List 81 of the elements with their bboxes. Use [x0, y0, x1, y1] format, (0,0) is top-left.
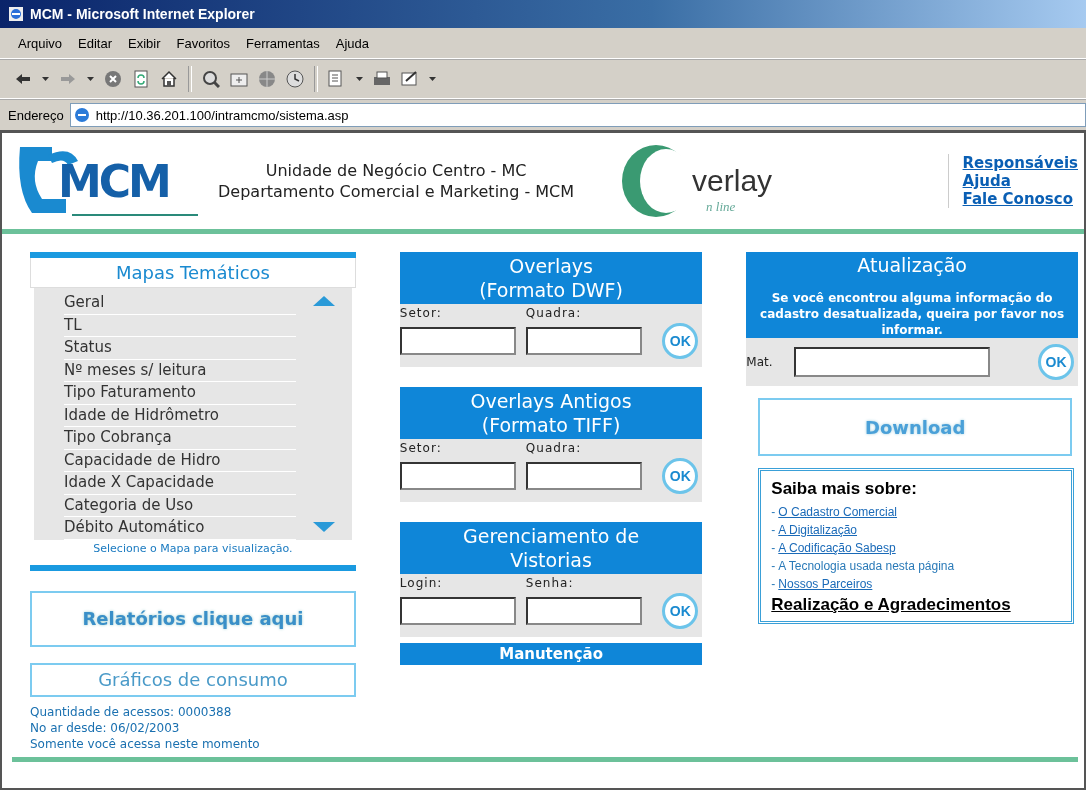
menu-item[interactable]: Arquivo [12, 33, 69, 53]
edit-icon[interactable] [401, 70, 419, 88]
form-header: Gerenciamento de Vistorias [399, 522, 703, 574]
stat-text: No ar desde: 06/02/2003 [30, 720, 181, 735]
header-link[interactable]: Fale Conosco [962, 190, 1078, 208]
field-label: Quadra: [525, 306, 583, 320]
stat-text: Somente você acessa neste momento [30, 736, 261, 751]
map-list-item[interactable]: Nº meses s/ leitura [64, 359, 296, 382]
ok-button[interactable]: OK [662, 458, 699, 494]
caret-icon[interactable] [429, 77, 436, 81]
logo-subtitle: n line [706, 199, 736, 215]
logo-text: MCM [58, 155, 169, 207]
caret-icon[interactable] [356, 77, 363, 81]
stop-icon[interactable] [104, 70, 122, 88]
stat-text: Quantidade de acessos: 0000388 [30, 704, 233, 719]
home-icon[interactable] [160, 70, 178, 88]
menu-item[interactable]: Favoritos [170, 33, 237, 53]
clock-icon[interactable] [286, 70, 304, 88]
link-button[interactable]: Relatórios clique aqui [30, 590, 356, 647]
organization-name: Unidade de Negócio Centro - MC [264, 161, 528, 180]
header-link[interactable]: Ajuda [962, 172, 1078, 190]
map-list-item[interactable]: Idade de Hidrômetro [64, 404, 296, 427]
hint-text: Selecione o Mapa para visualização. [92, 540, 294, 557]
form-header: Overlays (Formato DWF) [399, 252, 703, 304]
address-field[interactable]: http://10.36.201.100/intramcmo/sistema.asp [69, 103, 1086, 127]
info-link[interactable]: A Codificação Sabesp [778, 541, 896, 555]
map-list-item[interactable]: Capacidade de Hidro [64, 449, 296, 472]
menu-item[interactable]: Ajuda [329, 33, 375, 53]
field-label: Mat. [746, 355, 774, 369]
input-field[interactable] [399, 462, 516, 490]
address-label: Endereço [8, 107, 64, 123]
organization-name: Departamento Comercial e Marketing - MCM [218, 182, 575, 201]
info-link[interactable]: A Digitalização [778, 523, 857, 537]
info-link[interactable]: O Cadastro Comercial [778, 505, 897, 519]
field-label: Quadra: [525, 441, 583, 455]
input-field[interactable] [399, 327, 516, 355]
map-list-item[interactable]: Categoria de Uso [64, 494, 296, 517]
window-title: MCM - Microsoft Internet Explorer [30, 6, 255, 22]
update-message: Se você encontrou alguma informação do cadastro desatualizada, queira por favor nos informar. [759, 290, 1066, 338]
field-label: Setor: [399, 306, 443, 320]
dash-mark: - [771, 523, 776, 537]
info-link[interactable]: Nossos Parceiros [778, 577, 873, 591]
input-field[interactable] [525, 597, 642, 625]
header-link[interactable]: Responsáveis [962, 154, 1078, 172]
info-heading: Saiba mais sobre: [771, 479, 918, 499]
menu-item[interactable]: Ferramentas [240, 33, 326, 53]
search-icon[interactable] [202, 70, 220, 88]
map-list-item[interactable]: TL [64, 314, 296, 337]
field-label: Senha: [525, 576, 575, 590]
menu-item[interactable]: Exibir [122, 33, 167, 53]
input-field[interactable] [794, 347, 991, 377]
ok-button[interactable]: OK [1038, 344, 1074, 380]
map-list-item[interactable]: Débito Automático [64, 517, 296, 540]
ok-button[interactable]: OK [662, 593, 699, 629]
input-field[interactable] [525, 327, 642, 355]
map-list-item[interactable]: Idade X Capacidade [64, 472, 296, 495]
field-label: Setor: [399, 441, 443, 455]
field-label: Login: [399, 576, 444, 590]
input-field[interactable] [525, 462, 642, 490]
panel-title: Atualização [856, 253, 968, 278]
map-list-item[interactable]: Status [64, 337, 296, 360]
dash-mark: - [771, 559, 776, 573]
logo-text: verlay [692, 164, 773, 198]
dash-mark: - [771, 541, 776, 555]
caret-icon[interactable] [42, 77, 49, 81]
form-header: Overlays Antigos (Formato TIFF) [399, 387, 703, 439]
input-field[interactable] [399, 597, 516, 625]
credits-link[interactable]: Realização e Agradecimentos [771, 595, 1061, 615]
caret-icon[interactable] [87, 77, 94, 81]
map-list-item[interactable]: Tipo Cobrança [64, 427, 296, 450]
ok-button[interactable]: OK [662, 323, 699, 359]
maintenance-link[interactable]: Manutenção [399, 643, 703, 665]
menu-item[interactable]: Editar [72, 33, 119, 53]
refresh-icon[interactable] [132, 70, 150, 88]
info-text: A Tecnologia usada nesta página [778, 559, 955, 573]
folder-icon[interactable] [230, 70, 248, 88]
dash-mark: - [771, 577, 776, 591]
map-list-item[interactable]: Geral [64, 292, 296, 315]
dash-mark: - [771, 505, 776, 519]
map-list-item[interactable]: Tipo Faturamento [64, 382, 296, 405]
print-icon[interactable] [373, 70, 391, 88]
